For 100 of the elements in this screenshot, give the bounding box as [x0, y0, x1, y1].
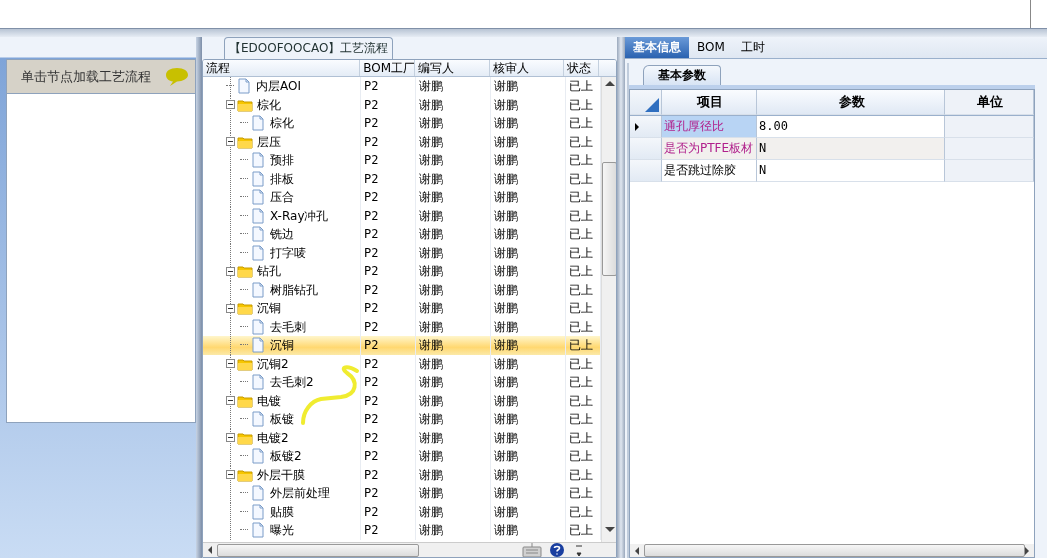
tree-row[interactable]: 层压 P2 谢鹏 谢鹏 已上	[203, 132, 601, 151]
corner-icon	[645, 98, 659, 112]
splitter-bar[interactable]	[0, 28, 1047, 37]
column-header[interactable]: 单位	[945, 90, 1034, 115]
tree-row[interactable]: 沉铜 P2 谢鹏 谢鹏 已上	[203, 299, 601, 318]
table-cell: N	[757, 160, 945, 182]
tree-row[interactable]: 沉铜2 P2 谢鹏 谢鹏 已上	[203, 354, 601, 373]
tree-row[interactable]: 贴膜 P2 谢鹏 谢鹏 已上	[203, 502, 601, 521]
tree-row[interactable]: 打字唛 P2 谢鹏 谢鹏 已上	[203, 243, 601, 262]
column-header[interactable]: 项目	[662, 90, 757, 115]
tree-row[interactable]: 钻孔 P2 谢鹏 谢鹏 已上	[203, 262, 601, 281]
collapse-icon[interactable]	[226, 396, 235, 406]
table-cell: 谢鹏	[416, 206, 491, 225]
collapse-icon[interactable]	[226, 433, 235, 443]
node-label: 树脂钻孔	[270, 281, 318, 299]
table-cell: 谢鹏	[491, 299, 566, 318]
tree-row[interactable]: X-Ray冲孔 P2 谢鹏 谢鹏 已上	[203, 206, 601, 225]
table-cell: 谢鹏	[491, 502, 566, 521]
table-cell: 谢鹏	[491, 225, 566, 244]
collapse-icon[interactable]	[226, 100, 235, 110]
node-label: 层压	[257, 133, 281, 151]
splitter-handle[interactable]	[617, 37, 625, 558]
document-icon	[250, 189, 266, 206]
table-cell: 谢鹏	[416, 188, 491, 207]
group-title: 【EDOOFOOCAO】工艺流程	[224, 37, 394, 59]
collapse-icon[interactable]	[226, 359, 235, 369]
tree-row[interactable]: 沉铜 P2 谢鹏 谢鹏 已上	[203, 336, 601, 355]
table-cell: 谢鹏	[416, 373, 491, 392]
node-label: 钻孔	[257, 263, 281, 280]
scroll-right-icon[interactable]	[1025, 546, 1029, 555]
document-icon	[250, 207, 266, 224]
table-cell: 谢鹏	[416, 502, 491, 521]
table-cell: P2	[361, 262, 416, 281]
tree-row[interactable]: 曝光 P2 谢鹏 谢鹏 已上	[203, 521, 601, 540]
column-header[interactable]: 流程	[203, 60, 361, 76]
table-cell: P2	[361, 410, 416, 429]
table-cell: P2	[361, 428, 416, 447]
column-header[interactable]: 状态	[564, 60, 599, 76]
collapse-icon[interactable]	[226, 266, 235, 276]
tree-row[interactable]: 棕化 P2 谢鹏 谢鹏 已上	[203, 114, 601, 133]
table-cell: P2	[361, 169, 416, 188]
row-indicator[interactable]	[630, 116, 662, 138]
table-cell: P2	[361, 447, 416, 466]
table-cell: P2	[361, 502, 416, 521]
node-label: 棕化	[270, 115, 294, 132]
scroll-left-icon[interactable]	[208, 546, 212, 554]
tree-row[interactable]: 预排 P2 谢鹏 谢鹏 已上	[203, 151, 601, 170]
tab[interactable]: 工时	[732, 37, 773, 58]
hint-text: 单击节点加载工艺流程	[21, 67, 151, 86]
tree-row[interactable]: 棕化 P2 谢鹏 谢鹏 已上	[203, 95, 601, 114]
tree-row[interactable]: 外层前处理 P2 谢鹏 谢鹏 已上	[203, 484, 601, 503]
column-header[interactable]: 编写人	[414, 60, 490, 76]
tree-row[interactable]: 板镀2 P2 谢鹏 谢鹏 已上	[203, 447, 601, 466]
document-icon	[250, 226, 266, 243]
folder-icon	[237, 263, 253, 280]
vertical-scrollbar[interactable]	[601, 77, 616, 542]
table-cell: 谢鹏	[491, 465, 566, 484]
table-cell: 是否跳过除胶	[662, 160, 757, 182]
column-header[interactable]: BOM工厂	[360, 60, 415, 76]
document-icon	[250, 170, 266, 187]
tree-row[interactable]: 外层干膜 P2 谢鹏 谢鹏 已上	[203, 465, 601, 484]
tree-row[interactable]: 电镀 P2 谢鹏 谢鹏 已上	[203, 391, 601, 410]
table-cell: 谢鹏	[491, 169, 566, 188]
splitter-handle[interactable]	[196, 37, 202, 558]
options-icon[interactable]	[574, 542, 584, 557]
tree-row[interactable]: 板镀 P2 谢鹏 谢鹏 已上	[203, 410, 601, 429]
tab[interactable]: 基本信息	[625, 37, 689, 58]
table-cell: 谢鹏	[491, 447, 566, 466]
table-cell: 谢鹏	[491, 95, 566, 114]
table-cell: P2	[361, 225, 416, 244]
table-cell: 谢鹏	[491, 280, 566, 299]
table-cell: 谢鹏	[491, 151, 566, 170]
tab[interactable]: BOM	[689, 37, 733, 58]
tree-row[interactable]: 排板 P2 谢鹏 谢鹏 已上	[203, 169, 601, 188]
table-cell: P2	[361, 299, 416, 318]
tree-row[interactable]: 铣边 P2 谢鹏 谢鹏 已上	[203, 225, 601, 244]
tree-row[interactable]: 内层AOI P2 谢鹏 谢鹏 已上	[203, 77, 601, 96]
node-label: 电镀	[257, 392, 281, 410]
tree-row[interactable]: 去毛刺2 P2 谢鹏 谢鹏 已上	[203, 373, 601, 392]
scroll-thumb[interactable]	[217, 543, 419, 557]
collapse-icon[interactable]	[226, 470, 235, 480]
help-icon[interactable]	[548, 542, 566, 557]
scroll-left-icon[interactable]	[635, 546, 639, 555]
table-cell: P2	[361, 132, 416, 151]
document-icon	[250, 244, 266, 261]
table-cell: 谢鹏	[491, 262, 566, 281]
table-cell: P2	[361, 151, 416, 170]
tree-row[interactable]: 压合 P2 谢鹏 谢鹏 已上	[203, 188, 601, 207]
collapse-icon[interactable]	[226, 137, 235, 147]
tree-row[interactable]: 树脂钻孔 P2 谢鹏 谢鹏 已上	[203, 280, 601, 299]
table-cell: 谢鹏	[416, 336, 491, 355]
scroll-thumb[interactable]	[602, 162, 616, 276]
node-label: 沉铜	[257, 300, 281, 317]
document-icon	[250, 485, 266, 502]
collapse-icon[interactable]	[226, 303, 235, 313]
table-cell: 谢鹏	[416, 77, 491, 96]
tree-row[interactable]: 电镀2 P2 谢鹏 谢鹏 已上	[203, 428, 601, 447]
document-icon	[250, 152, 266, 169]
column-header[interactable]: 核审人	[489, 60, 565, 76]
tab[interactable]: 基本参数	[643, 65, 721, 85]
